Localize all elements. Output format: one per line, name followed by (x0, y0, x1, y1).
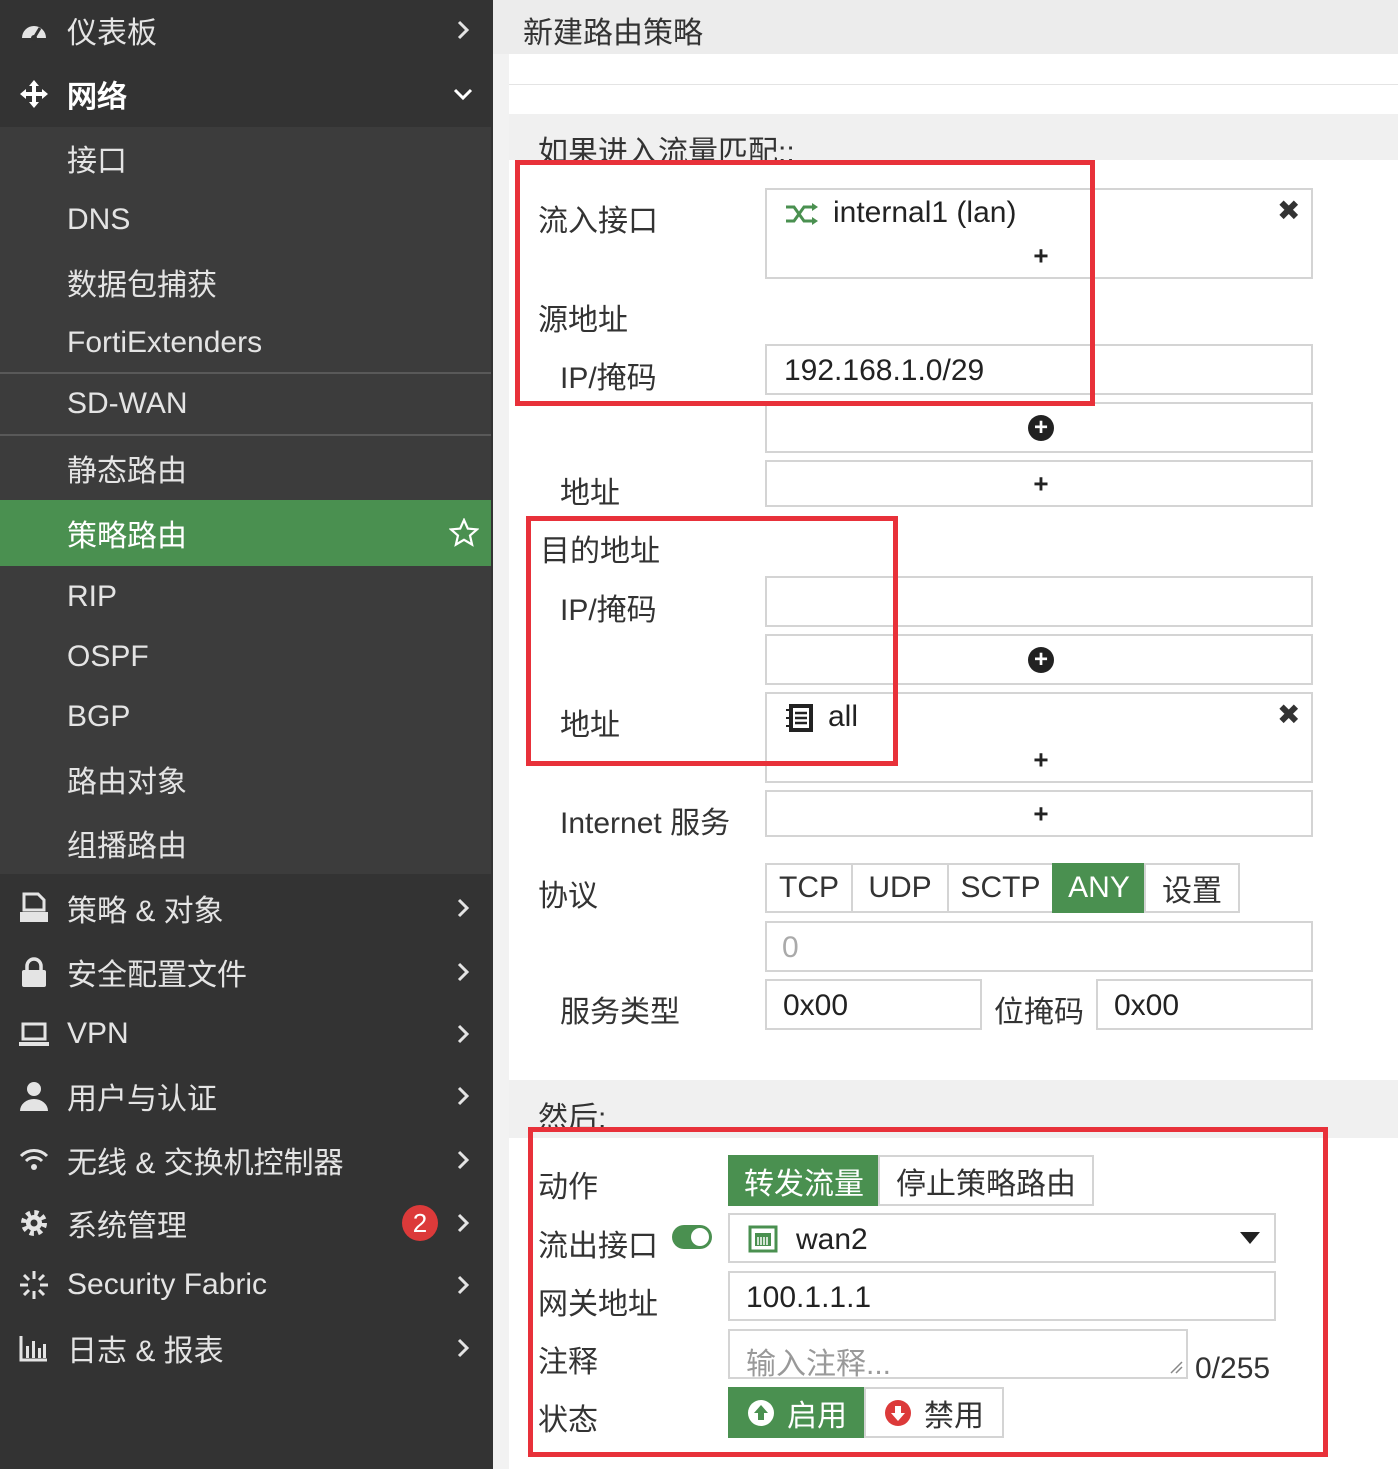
sidebar-item-label: 网络 (67, 81, 127, 114)
sidebar-item-bgp[interactable]: BGP (0, 687, 491, 747)
lock-icon (22, 957, 46, 987)
notification-badge: 2 (402, 1205, 438, 1241)
dashboard-icon (22, 26, 46, 41)
internet-service-label: Internet 服务 (560, 807, 731, 840)
chevron-right-icon (457, 1150, 470, 1170)
protocol-number-input[interactable]: 0 (765, 921, 1313, 972)
chevron-right-icon (457, 1086, 470, 1106)
network-move-icon (20, 80, 48, 108)
policy-icon (20, 892, 48, 922)
sidebar-item-interfaces[interactable]: 接口 (0, 127, 491, 189)
sidebar-item-system[interactable]: 系统管理 2 (0, 1192, 491, 1254)
sidebar-item-policy-objects[interactable]: 策略 & 对象 (0, 876, 491, 940)
remove-icon[interactable]: ✖ (1277, 698, 1300, 731)
wifi-icon (19, 1149, 49, 1170)
chevron-right-icon (457, 20, 470, 40)
chevron-right-icon (457, 1024, 470, 1044)
tos-input[interactable]: 0x00 (765, 979, 982, 1030)
sidebar-item-dashboard[interactable]: 仪表板 (0, 0, 491, 60)
sidebar-item-routing-objects[interactable]: 路由对象 (0, 747, 491, 811)
sidebar-item-label: VPN (67, 1017, 129, 1050)
protocol-number-value: 0 (782, 931, 799, 964)
add-icon[interactable]: + (1033, 799, 1048, 830)
sidebar-item-label: OSPF (67, 640, 149, 673)
internet-service-field[interactable]: + (765, 790, 1313, 837)
sidebar-item-label: DNS (67, 203, 131, 236)
sidebar-item-static-routes[interactable]: 静态路由 (0, 436, 491, 500)
sidebar-item-label: 策略路由 (67, 520, 187, 553)
chevron-right-icon (457, 1275, 470, 1295)
chevron-down-icon (453, 88, 473, 101)
chevron-right-icon (457, 1213, 470, 1233)
sidebar-item-network[interactable]: 网络 (0, 62, 491, 126)
add-circle-icon[interactable]: + (1028, 647, 1054, 673)
src-add-row[interactable]: + (765, 402, 1313, 453)
protocol-sctp-button[interactable]: SCTP (947, 863, 1054, 913)
star-icon[interactable] (449, 518, 479, 548)
chevron-right-icon (457, 962, 470, 982)
bitmask-value: 0x00 (1114, 989, 1180, 1022)
chart-icon (19, 1336, 47, 1362)
sidebar-item-label: RIP (67, 580, 118, 613)
sidebar-item-security-fabric[interactable]: Security Fabric (0, 1254, 491, 1316)
protocol-settings-button[interactable]: 设置 (1144, 863, 1240, 913)
sidebar-item-label: 仪表板 (67, 17, 157, 50)
page-header: 新建路由策略 (493, 0, 1398, 54)
protocol-label: 协议 (538, 880, 598, 913)
sidebar-item-label: 接口 (67, 145, 127, 178)
add-icon[interactable]: + (1033, 745, 1048, 776)
highlight-box-destination (526, 516, 898, 766)
add-icon[interactable]: + (1033, 469, 1048, 500)
src-address-field[interactable]: + (765, 460, 1313, 507)
sidebar-item-vpn[interactable]: VPN (0, 1004, 491, 1064)
sidebar-item-label: BGP (67, 700, 131, 733)
protocol-any-button[interactable]: ANY (1052, 863, 1146, 913)
laptop-icon (19, 1022, 49, 1046)
sidebar-item-wifi-switch[interactable]: 无线 & 交换机控制器 (0, 1128, 491, 1192)
chevron-right-icon (457, 1338, 470, 1358)
tos-label: 服务类型 (560, 996, 680, 1029)
sidebar-item-sdwan[interactable]: SD-WAN (0, 374, 491, 434)
sidebar-item-label: 路由对象 (67, 766, 187, 799)
sidebar-item-packet-capture[interactable]: 数据包捕获 (0, 251, 491, 313)
chevron-right-icon (457, 898, 470, 918)
src-address-label: 地址 (560, 477, 620, 510)
sidebar-item-log-report[interactable]: 日志 & 报表 (0, 1316, 491, 1380)
sidebar-item-user-auth[interactable]: 用户与认证 (0, 1064, 491, 1128)
user-icon (20, 1082, 48, 1111)
fabric-icon (20, 1271, 48, 1299)
sidebar-item-fortiextenders[interactable]: FortiExtenders (0, 313, 491, 373)
sidebar-item-label: 日志 & 报表 (67, 1335, 224, 1368)
sidebar-item-label: FortiExtenders (67, 326, 263, 359)
sidebar-item-policy-routes[interactable]: 策略路由 (0, 500, 491, 566)
bitmask-input[interactable]: 0x00 (1096, 979, 1313, 1030)
sidebar-item-label: SD-WAN (67, 387, 188, 420)
sidebar-item-label: 静态路由 (67, 455, 187, 488)
highlight-box-source (515, 160, 1095, 406)
sidebar-item-label: 安全配置文件 (67, 959, 247, 992)
sidebar-item-label: 系统管理 (67, 1210, 187, 1243)
gear-icon (21, 1210, 47, 1236)
page-title: 新建路由策略 (523, 17, 703, 50)
sidebar-item-label: Security Fabric (67, 1268, 268, 1301)
sidebar-item-label: 无线 & 交换机控制器 (67, 1147, 344, 1180)
sidebar-item-dns[interactable]: DNS (0, 189, 491, 251)
sidebar-item-security-profiles[interactable]: 安全配置文件 (0, 940, 491, 1004)
tos-value: 0x00 (783, 989, 849, 1022)
sidebar: 仪表板 网络 接口 DNS 数据包捕获 FortiExtenders SD-WA… (0, 0, 493, 1469)
sidebar-item-multicast[interactable]: 组播路由 (0, 811, 491, 874)
sidebar-item-ospf[interactable]: OSPF (0, 627, 491, 687)
sidebar-item-label: 数据包捕获 (67, 269, 217, 302)
remove-icon[interactable]: ✖ (1277, 194, 1300, 227)
add-circle-icon[interactable]: + (1028, 415, 1054, 441)
sidebar-item-rip[interactable]: RIP (0, 567, 491, 627)
protocol-tcp-button[interactable]: TCP (765, 863, 853, 913)
sidebar-item-label: 组播路由 (67, 829, 187, 863)
sidebar-item-label: 用户与认证 (67, 1083, 217, 1116)
bitmask-label: 位掩码 (994, 996, 1084, 1029)
sidebar-item-label: 策略 & 对象 (67, 895, 224, 928)
gutter (493, 54, 509, 1469)
highlight-box-action (528, 1127, 1328, 1457)
protocol-udp-button[interactable]: UDP (851, 863, 949, 913)
